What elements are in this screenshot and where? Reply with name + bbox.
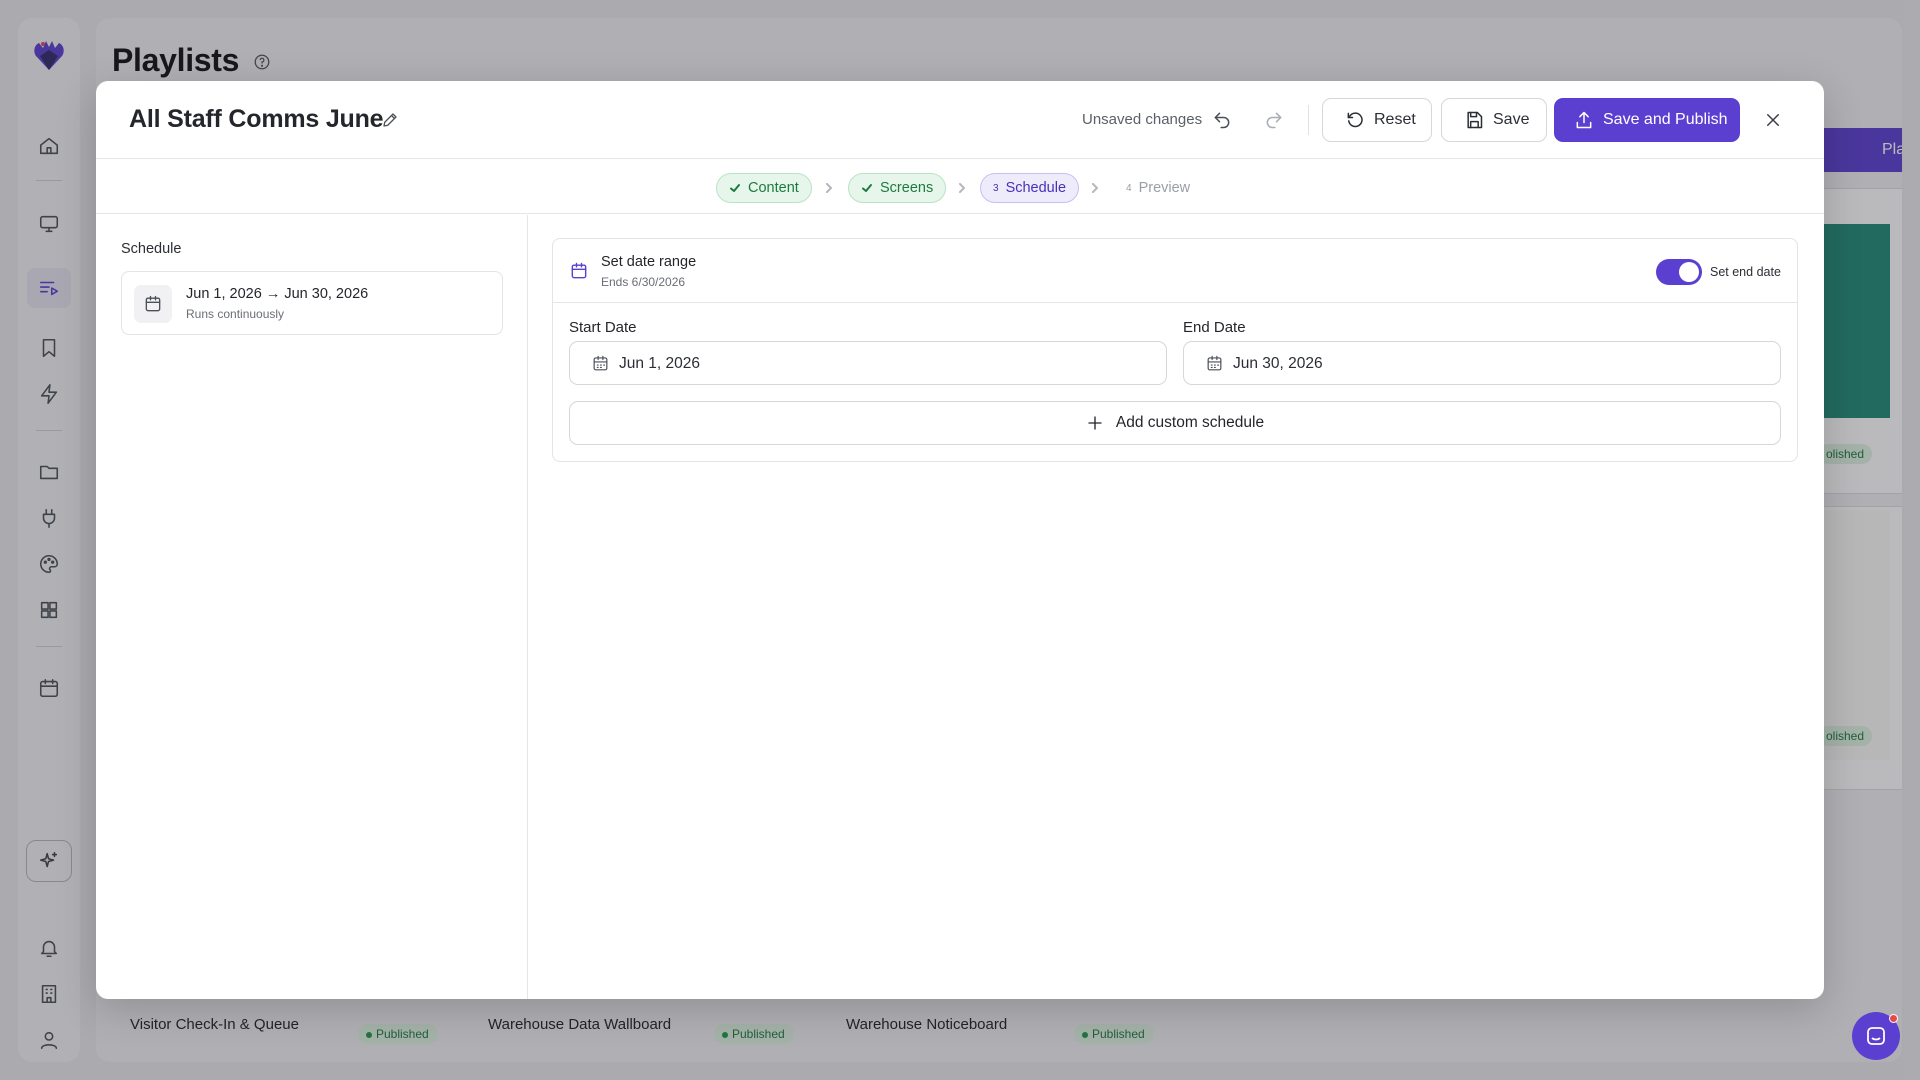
add-custom-schedule-button[interactable]: Add custom schedule [569,401,1781,445]
step-number: 3 [993,182,999,194]
upload-icon [1576,111,1592,129]
step-schedule[interactable]: 3 Schedule [980,173,1080,203]
save-and-publish-button[interactable]: Save and Publish [1554,98,1740,142]
step-preview[interactable]: 4 Preview [1114,173,1202,203]
reset-icon [1347,112,1363,128]
schedule-sidebar: Schedule Jun 1, 2026 → Jun 30, 2026 Runs… [96,215,528,999]
playlist-title: All Staff Comms June [129,105,384,133]
notification-dot [1889,1014,1898,1023]
date-range-title: Set date range [601,254,697,270]
step-screens[interactable]: Screens [848,173,947,203]
step-number: 4 [1126,182,1132,194]
save-label: Save [1493,111,1530,128]
step-label: Content [748,180,799,196]
header-divider [1308,105,1309,135]
calendar-icon [134,285,172,323]
schedule-item[interactable]: Jun 1, 2026 → Jun 30, 2026 Runs continuo… [121,271,503,335]
start-date-label: Start Date [569,319,637,336]
start-date-field[interactable]: Jun 1, 2026 [569,341,1167,385]
calendar-icon [569,261,591,283]
chevron-right-icon [955,180,969,196]
check-icon [730,184,740,192]
save-and-publish-label: Save and Publish [1603,111,1728,128]
step-label: Schedule [1005,180,1067,196]
chevron-right-icon [822,180,836,196]
schedule-heading: Schedule [121,241,182,257]
step-label: Preview [1138,180,1191,196]
end-date-label: End Date [1183,319,1246,336]
check-icon [862,184,872,192]
date-range-header: Set date range Ends 6/30/2026 Set end da… [553,239,1797,303]
save-button[interactable]: Save [1441,98,1547,142]
step-label: Screens [880,180,934,196]
reset-button[interactable]: Reset [1322,98,1432,142]
undo-icon[interactable] [1209,107,1235,133]
save-icon [1467,111,1483,129]
pencil-icon[interactable] [379,109,401,131]
date-range-card: Set date range Ends 6/30/2026 Set end da… [552,238,1798,462]
start-date-value: Jun 1, 2026 [619,355,701,372]
playlist-editor-modal: All Staff Comms June Unsaved changes Res… [96,81,1824,999]
schedule-item-range: Jun 1, 2026 → Jun 30, 2026 [186,286,369,302]
schedule-item-subtitle: Runs continuously [186,307,285,321]
calendar-icon [591,354,611,374]
chat-icon[interactable] [1852,1012,1900,1060]
unsaved-changes-text: Unsaved changes [1082,111,1203,128]
calendar-icon [1205,354,1225,374]
end-date-value: Jun 30, 2026 [1233,355,1323,372]
set-end-date-toggle[interactable] [1656,259,1702,285]
step-content[interactable]: Content [716,173,812,203]
end-date-field[interactable]: Jun 30, 2026 [1183,341,1781,385]
plus-icon [1088,416,1102,430]
date-range-subtitle: Ends 6/30/2026 [601,275,686,289]
modal-header: All Staff Comms June Unsaved changes Res… [96,81,1824,159]
set-end-date-label: Set end date [1710,265,1781,279]
redo-icon[interactable] [1261,107,1287,133]
reset-label: Reset [1374,111,1416,128]
close-icon[interactable] [1760,107,1786,133]
add-custom-schedule-label: Add custom schedule [1115,414,1265,431]
chevron-right-icon [1088,180,1102,196]
